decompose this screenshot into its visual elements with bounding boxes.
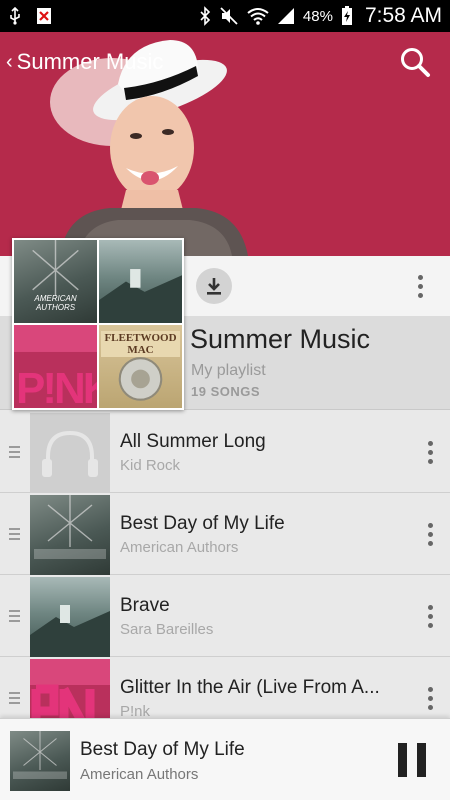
song-more-options-icon[interactable] [420,601,440,631]
download-button[interactable] [196,268,232,304]
album-art-american-authors: AMERICAN AUTHORS [14,240,97,323]
bluetooth-icon [200,6,211,26]
song-more-options-icon[interactable] [420,437,440,467]
clock: 7:58 AM [364,4,442,27]
screen: 48% 7:58 AM ‹ Summer Music Summer Music … [0,0,450,800]
song-title: Brave [120,595,170,616]
song-more-options-icon[interactable] [420,683,440,713]
drag-handle-icon[interactable] [9,528,20,540]
album-art-pink-letters: P!NK [16,364,97,408]
app-header: ‹ Summer Music [0,32,450,92]
song-title: Glitter In the Air (Live From A... [120,677,380,698]
error-icon [37,8,51,24]
album-art-sara-bareilles [99,240,182,323]
album-art-text: AMERICAN AUTHORS [34,294,77,312]
song-thumbnail [30,495,110,575]
song-thumbnail-placeholder [30,413,110,493]
download-icon [207,278,221,295]
song-list: All Summer Long Kid Rock Best Day of My … [0,411,450,739]
playlist-album-collage: AMERICAN AUTHORS P!NK FLEETWOOD MAC [12,238,184,410]
status-bar: 48% 7:58 AM [0,0,450,32]
signal-icon [277,8,294,24]
song-row[interactable]: Brave Sara Bareilles [0,575,450,657]
search-icon[interactable] [398,45,432,79]
song-row[interactable]: Best Day of My Life American Authors [0,493,450,575]
usb-icon [10,7,20,25]
now-playing-title: Best Day of My Life [80,739,245,760]
playlist-subtitle: My playlist [191,362,266,379]
drag-handle-icon[interactable] [9,610,20,622]
now-playing-bar[interactable]: Best Day of My Life American Authors [0,718,450,800]
back-icon[interactable]: ‹ [6,51,13,74]
playlist-more-options-icon[interactable] [410,271,430,301]
notification-icons [8,7,52,25]
pause-icon[interactable] [398,743,426,777]
album-art-fleetwood-mac: FLEETWOOD MAC [99,325,182,408]
playlist-song-count: 19 SONGS [191,384,261,399]
song-artist: Kid Rock [120,457,181,474]
system-icons: 48% 7:58 AM [199,4,442,28]
wifi-icon [247,8,269,25]
drag-handle-icon[interactable] [9,692,20,704]
playlist-title: Summer Music [190,324,371,354]
album-art-pink: P!NK [14,325,97,408]
mute-icon [220,7,238,25]
battery-charging-icon [341,6,352,25]
song-title: Best Day of My Life [120,513,285,534]
battery-percent: 48% [302,7,333,25]
album-art-fm-text: FLEETWOOD MAC [101,331,180,357]
song-thumbnail [30,577,110,657]
headphones-icon [42,430,98,477]
song-more-options-icon[interactable] [420,519,440,549]
header-title[interactable]: Summer Music [17,49,164,75]
now-playing-album-art [10,731,70,791]
song-artist: American Authors [120,539,239,556]
song-artist: Sara Bareilles [120,621,214,638]
now-playing-artist: American Authors [80,766,199,783]
song-title: All Summer Long [120,431,266,452]
song-row[interactable]: All Summer Long Kid Rock [0,411,450,493]
drag-handle-icon[interactable] [9,446,20,458]
